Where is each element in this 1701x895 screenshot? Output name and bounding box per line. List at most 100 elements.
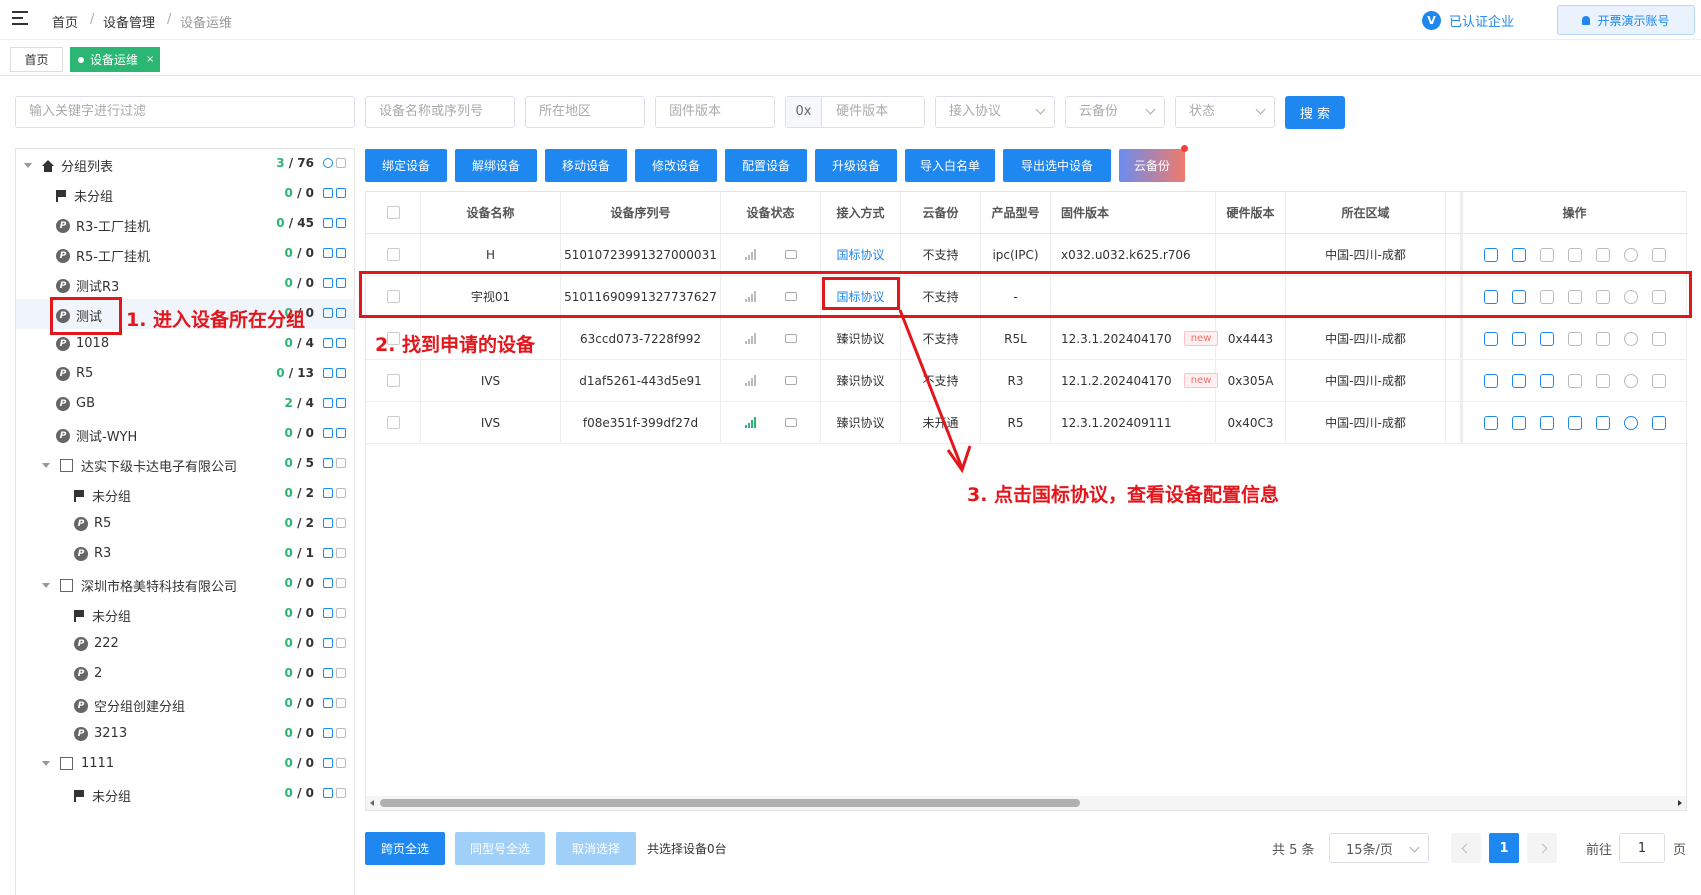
tab-device-ops[interactable]: 设备运维 × (70, 47, 160, 72)
cloud-backup-button[interactable]: 云备份 (1119, 145, 1188, 182)
horizontal-scrollbar[interactable] (366, 796, 1686, 810)
scrollbar-thumb[interactable] (380, 799, 1080, 807)
edit-icon[interactable] (323, 758, 333, 768)
inbox-icon[interactable] (1567, 373, 1582, 388)
unlink-icon[interactable] (1511, 415, 1526, 430)
caret-down-icon[interactable] (24, 163, 32, 168)
unbind-device-button[interactable]: 解绑设备 (455, 149, 537, 182)
select-all-pages-button[interactable]: 跨页全选 (365, 832, 445, 865)
row-checkbox[interactable] (386, 416, 400, 429)
delete-icon[interactable] (336, 518, 346, 528)
copy-icon[interactable] (1595, 247, 1610, 262)
tab-home[interactable]: 首页 (10, 47, 63, 72)
tree-node[interactable]: P GB 2 / 4 (16, 389, 354, 419)
delete-icon[interactable] (336, 548, 346, 558)
inbox-icon[interactable] (1567, 247, 1582, 262)
select-all-checkbox[interactable] (386, 206, 400, 219)
edit-icon[interactable] (323, 218, 333, 228)
inbox-icon[interactable] (1567, 415, 1582, 430)
tree-node[interactable]: 分组列表 3 / 76 (16, 149, 354, 179)
share-icon[interactable] (1539, 415, 1554, 430)
status-select[interactable]: 状态 (1175, 96, 1275, 128)
share-icon[interactable] (1539, 331, 1554, 346)
caret-down-icon[interactable] (42, 761, 50, 766)
edit-icon[interactable] (323, 608, 333, 618)
import-whitelist-button[interactable]: 导入白名单 (905, 149, 995, 182)
protocol-select[interactable]: 接入协议 (935, 96, 1055, 128)
tree-node[interactable]: P 测试-WYH 0 / 0 (16, 419, 354, 449)
terminal-icon[interactable] (1651, 247, 1666, 262)
tree-node[interactable]: P R5 0 / 2 (16, 509, 354, 539)
delete-icon[interactable] (336, 608, 346, 618)
add-group-icon[interactable] (323, 158, 333, 168)
scroll-right-icon[interactable] (1678, 800, 1682, 806)
delete-icon[interactable] (336, 728, 346, 738)
next-page-button[interactable] (1527, 833, 1557, 863)
unlink-icon[interactable] (1511, 331, 1526, 346)
delete-icon[interactable] (336, 698, 346, 708)
caret-down-icon[interactable] (42, 463, 50, 468)
certified-enterprise[interactable]: V 已认证企业 (1422, 9, 1514, 31)
breadcrumb-device-management[interactable]: 设备管理 (103, 12, 155, 31)
edit-icon[interactable] (323, 638, 333, 648)
tree-node[interactable]: 未分组 0 / 0 (16, 779, 354, 809)
select-same-model-button[interactable]: 同型号全选 (455, 832, 545, 865)
col-select-header[interactable] (366, 192, 421, 234)
backup-select[interactable]: 云备份 (1065, 96, 1165, 128)
firmware-input[interactable]: 固件版本 (655, 96, 775, 128)
prev-page-button[interactable] (1451, 833, 1481, 863)
tree-node[interactable]: P R5 0 / 13 (16, 359, 354, 389)
tree-node[interactable]: 达实下级卡达电子有限公司 0 / 5 (16, 449, 354, 479)
edit-icon[interactable] (323, 668, 333, 678)
terminal-icon[interactable] (1651, 415, 1666, 430)
bind-device-button[interactable]: 绑定设备 (365, 149, 447, 182)
delete-icon[interactable] (336, 638, 346, 648)
play-icon[interactable] (1623, 373, 1638, 388)
edit-icon[interactable] (323, 728, 333, 738)
tree-node[interactable]: 未分组 0 / 0 (16, 599, 354, 629)
move-device-button[interactable]: 移动设备 (545, 149, 627, 182)
account-button[interactable]: 开票演示账号 (1557, 5, 1695, 35)
scroll-left-icon[interactable] (370, 800, 374, 806)
delete-icon[interactable] (336, 248, 346, 258)
play-icon[interactable] (1623, 415, 1638, 430)
share-icon[interactable] (1539, 373, 1554, 388)
caret-down-icon[interactable] (42, 583, 50, 588)
upgrade-device-button[interactable]: 升级设备 (815, 149, 897, 182)
play-icon[interactable] (1623, 247, 1638, 262)
region-input[interactable]: 所在地区 (525, 96, 645, 128)
edit-icon[interactable] (323, 308, 333, 318)
edit-icon[interactable] (323, 788, 333, 798)
delete-icon[interactable] (336, 308, 346, 318)
goto-page-input[interactable]: 1 (1619, 833, 1665, 863)
tree-node[interactable]: 未分组 0 / 0 (16, 179, 354, 209)
tree-node[interactable]: P 222 0 / 0 (16, 629, 354, 659)
delete-icon[interactable] (336, 338, 346, 348)
delete-icon[interactable] (336, 278, 346, 288)
delete-icon[interactable] (336, 158, 346, 168)
config-device-button[interactable]: 配置设备 (725, 149, 807, 182)
delete-icon[interactable] (336, 488, 346, 498)
delete-icon[interactable] (336, 188, 346, 198)
delete-icon[interactable] (336, 218, 346, 228)
share-icon[interactable] (1539, 247, 1554, 262)
tree-node[interactable]: P 空分组创建分组 0 / 0 (16, 689, 354, 719)
tree-node[interactable]: 未分组 0 / 2 (16, 479, 354, 509)
tree-node[interactable]: P R3-工厂挂机 0 / 45 (16, 209, 354, 239)
tree-filter-input[interactable]: 输入关键字进行过滤 (15, 96, 355, 128)
row-checkbox[interactable] (386, 374, 400, 387)
inbox-icon[interactable] (1567, 331, 1582, 346)
delete-icon[interactable] (336, 788, 346, 798)
edit-icon[interactable] (323, 698, 333, 708)
edit-icon[interactable] (323, 338, 333, 348)
terminal-icon[interactable] (1651, 331, 1666, 346)
device-name-input[interactable]: 设备名称或序列号 (365, 96, 515, 128)
edit-icon[interactable] (323, 248, 333, 258)
edit-icon[interactable] (323, 578, 333, 588)
page-1-button[interactable]: 1 (1489, 833, 1519, 863)
edit-icon[interactable] (1483, 331, 1498, 346)
play-icon[interactable] (1623, 331, 1638, 346)
delete-icon[interactable] (336, 668, 346, 678)
tree-node[interactable]: 深圳市格美特科技有限公司 0 / 0 (16, 569, 354, 599)
edit-icon[interactable] (323, 188, 333, 198)
